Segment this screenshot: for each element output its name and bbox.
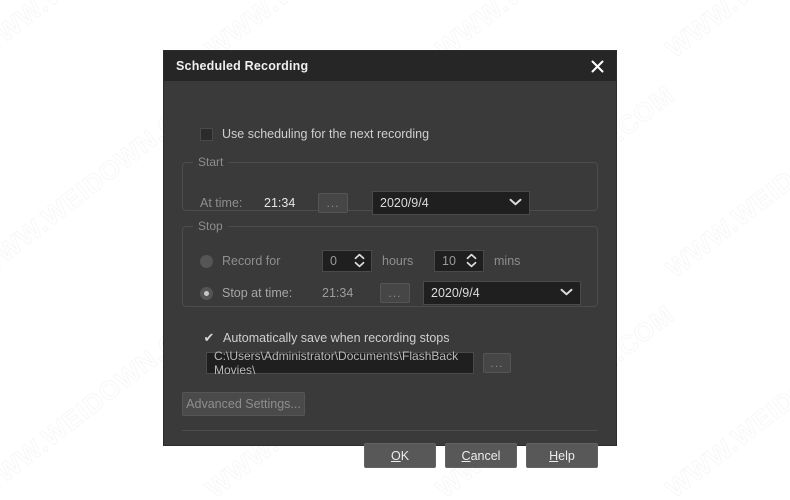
chevron-down-icon[interactable] [466, 261, 477, 269]
start-time-browse-button[interactable]: ... [318, 193, 348, 213]
close-icon[interactable] [578, 51, 616, 81]
chevron-down-glyph [354, 261, 365, 268]
start-time-row: At time: 21:34 ... 2020/9/4 [200, 191, 530, 215]
stop-group: Stop Record for 0 hours 10 mins Stop at … [182, 219, 598, 307]
stop-date-combobox[interactable]: 2020/9/4 [423, 281, 581, 305]
use-scheduling-label: Use scheduling for the next recording [222, 127, 430, 141]
chevron-down-icon [560, 288, 573, 299]
ok-button[interactable]: OK [364, 443, 436, 468]
autosave-label: Automatically save when recording stops [223, 331, 450, 345]
autosave-checkbox-row[interactable]: ✔ Automatically save when recording stop… [202, 331, 450, 346]
cancel-mnemonic: C [461, 448, 471, 463]
advanced-settings-button[interactable]: Advanced Settings... [182, 392, 305, 416]
chevron-down-icon[interactable] [354, 261, 365, 269]
chevron-up-icon[interactable] [354, 253, 365, 261]
watermark-text: WWW.WEIDOWN.COM [660, 0, 790, 64]
mins-spinner[interactable]: 10 [434, 250, 484, 272]
use-scheduling-checkbox[interactable] [200, 127, 213, 141]
stop-at-time-value[interactable]: 21:34 [322, 286, 368, 300]
save-path-row: C:\Users\Administrator\Documents\FlashBa… [206, 349, 511, 377]
chevron-down-glyph [509, 198, 522, 205]
mins-unit-label: mins [494, 254, 521, 268]
watermark-text: WWW.WEIDOWN.COM [660, 299, 790, 500]
stop-at-time-row[interactable]: Stop at time: 21:34 ... 2020/9/4 [200, 281, 581, 305]
start-date-value: 2020/9/4 [380, 196, 429, 210]
start-date-combobox[interactable]: 2020/9/4 [372, 191, 530, 215]
help-suffix: elp [558, 448, 575, 463]
chevron-down-glyph [466, 261, 477, 268]
chevron-down-icon [509, 198, 522, 209]
cancel-button[interactable]: Cancel [445, 443, 517, 468]
chevron-down-glyph [560, 288, 573, 295]
use-scheduling-checkbox-row[interactable]: Use scheduling for the next recording [200, 127, 429, 141]
at-time-label: At time: [200, 196, 243, 210]
chevron-up-glyph [354, 253, 365, 260]
record-for-label: Record for [222, 254, 281, 268]
stop-group-legend: Stop [198, 219, 223, 233]
help-mnemonic: H [549, 448, 559, 463]
stop-at-time-label: Stop at time: [222, 286, 293, 300]
cancel-suffix: ancel [470, 448, 501, 463]
ok-mnemonic: O [390, 448, 401, 463]
watermark-text: WWW.WEIDOWN.COM [660, 79, 790, 284]
scheduled-recording-dialog: Scheduled Recording Use scheduling for t… [164, 51, 616, 468]
start-group-legend: Start [198, 155, 224, 169]
hours-value: 0 [330, 254, 337, 268]
at-time-value[interactable]: 21:34 [264, 196, 310, 210]
check-icon[interactable]: ✔ [202, 331, 216, 345]
hours-spinner-arrows[interactable] [354, 253, 365, 269]
dialog-titlebar: Scheduled Recording [164, 51, 616, 81]
mins-value: 10 [442, 254, 456, 268]
dialog-title: Scheduled Recording [176, 59, 309, 73]
close-glyph [591, 60, 603, 72]
chevron-up-glyph [466, 253, 477, 260]
dialog-footer: OK Cancel Help [164, 436, 616, 475]
help-button[interactable]: Help [526, 443, 598, 468]
stop-date-value: 2020/9/4 [431, 286, 480, 300]
footer-separator [182, 430, 598, 431]
start-group: Start At time: 21:34 ... 2020/9/4 [182, 155, 598, 215]
hours-spinner[interactable]: 0 [322, 250, 372, 272]
stop-time-browse-button[interactable]: ... [380, 283, 410, 303]
hours-unit-label: hours [382, 254, 414, 268]
record-for-row[interactable]: Record for 0 hours 10 mins [200, 250, 520, 272]
ok-suffix: K [400, 448, 410, 463]
dialog-body: Use scheduling for the next recording St… [164, 81, 616, 468]
stop-at-time-radio[interactable] [200, 286, 213, 300]
mins-spinner-arrows[interactable] [466, 253, 477, 269]
chevron-up-icon[interactable] [466, 253, 477, 261]
record-for-radio[interactable] [200, 254, 213, 268]
save-path-input[interactable]: C:\Users\Administrator\Documents\FlashBa… [206, 349, 474, 377]
save-path-browse-button[interactable]: ... [483, 353, 511, 373]
